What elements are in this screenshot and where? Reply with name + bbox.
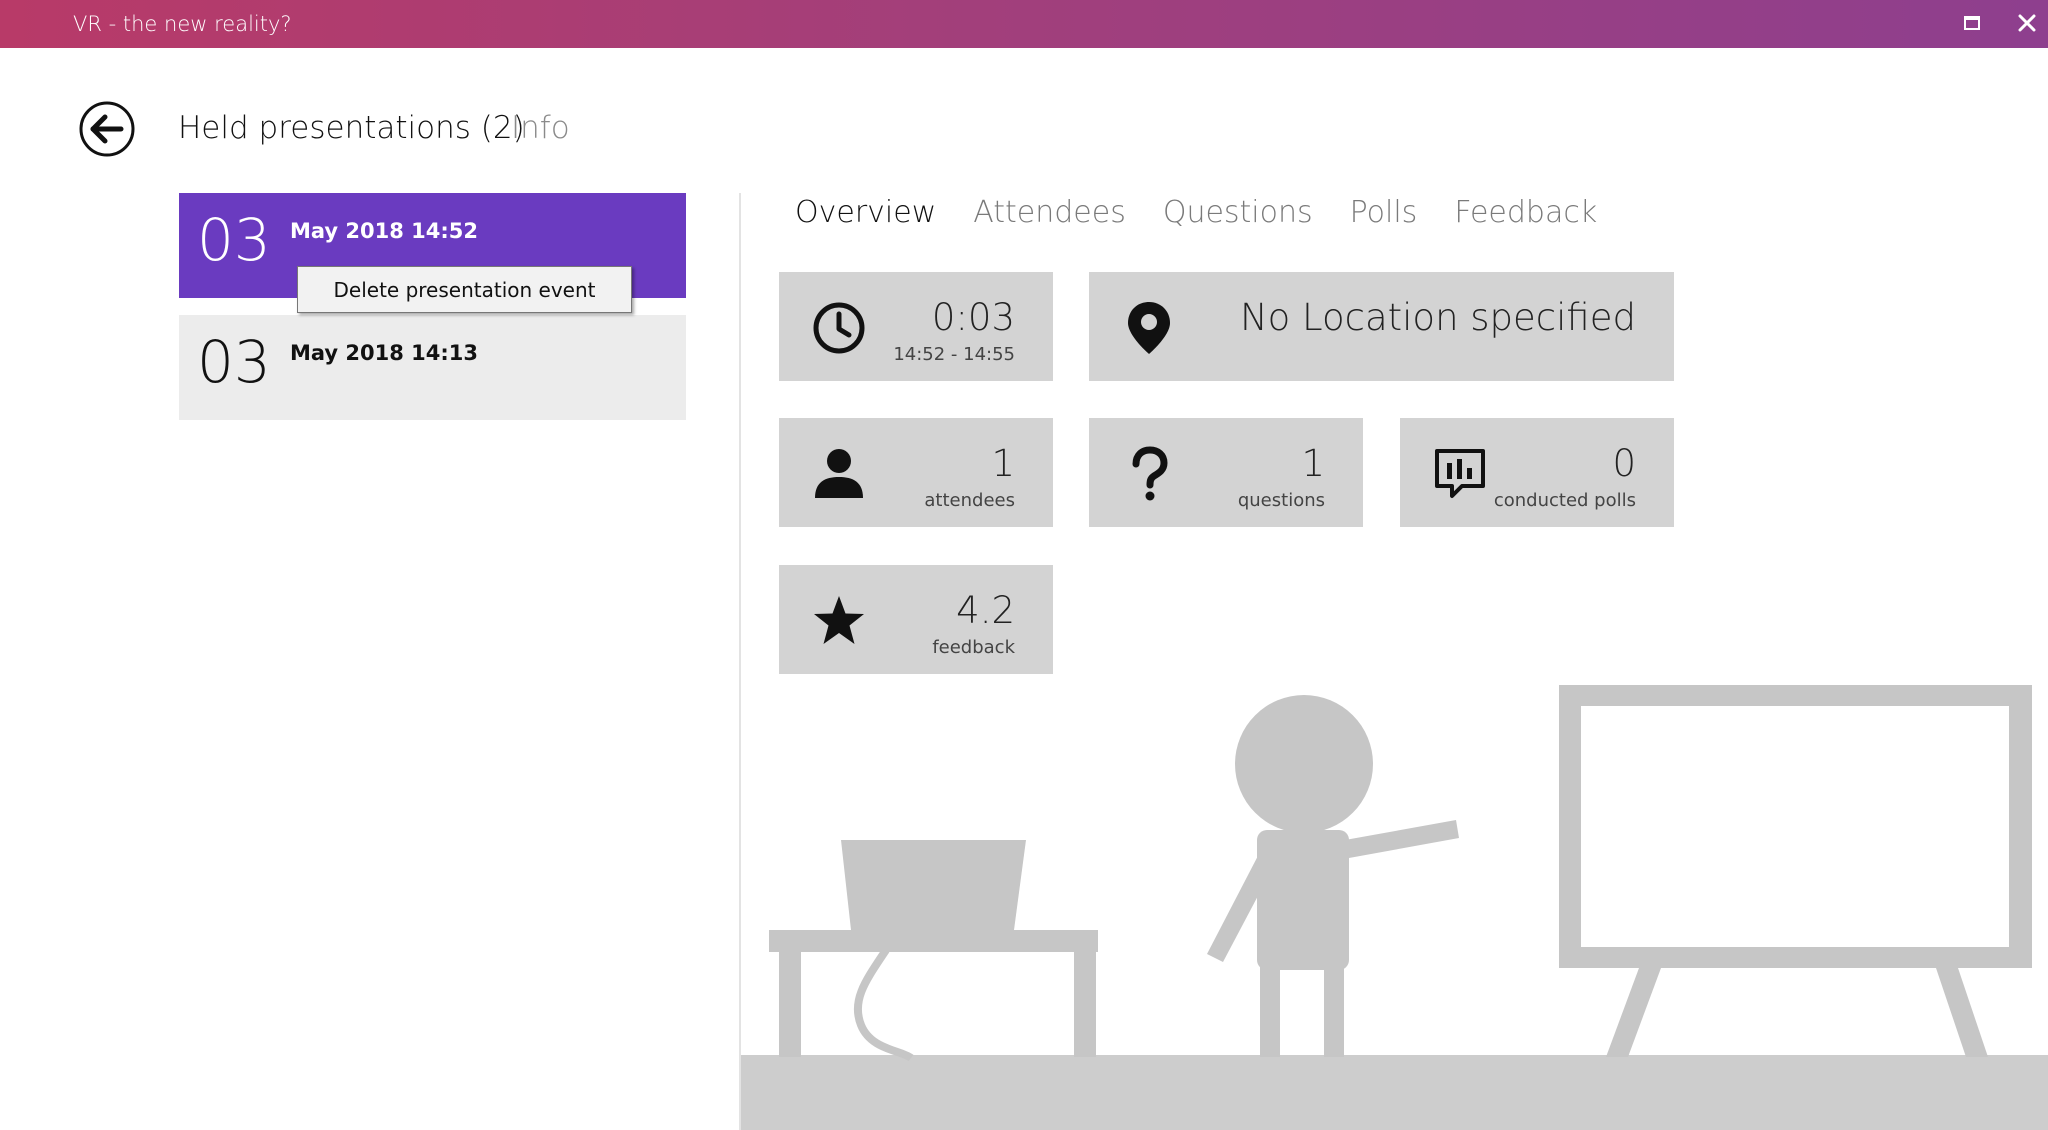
info-link[interactable]: Info [511,110,570,146]
window-title: VR - the new reality? [73,12,292,36]
attendees-tile: 1 attendees [779,418,1053,527]
polls-label: conducted polls [1493,490,1636,511]
duration-range: 14:52 - 14:55 [893,344,1015,365]
attendees-count: 1 [991,442,1015,485]
back-arrow-icon[interactable] [78,100,136,158]
person-icon [815,449,863,498]
presentation-datetime: May 2018 14:13 [290,341,479,365]
tab-attendees[interactable]: Attendees [973,195,1126,230]
detail-tabs: Overview Attendees Questions Polls Feedb… [795,195,1597,230]
poll-icon [1435,449,1485,498]
location-pin-icon [1128,302,1170,354]
title-bar: VR - the new reality? [0,0,2048,48]
tab-polls[interactable]: Polls [1350,195,1418,230]
star-icon [814,596,864,644]
presentation-datetime: May 2018 14:52 [290,219,479,243]
duration-tile: 0:03 14:52 - 14:55 [779,272,1053,381]
location-value: No Location specified [1239,296,1636,339]
duration-value: 0:03 [931,296,1015,339]
questions-tile: 1 questions [1089,418,1363,527]
presentation-day: 03 [197,328,271,396]
page-title: Held presentations (2) [178,110,525,146]
clock-icon [813,302,865,354]
presentation-list-item[interactable]: 03 May 2018 14:13 [179,315,686,420]
tab-questions[interactable]: Questions [1163,195,1313,230]
questions-label: questions [1237,490,1325,511]
polls-count: 0 [1612,442,1636,485]
location-tile: No Location specified [1089,272,1674,381]
feedback-label: feedback [932,637,1015,658]
tab-overview[interactable]: Overview [795,195,936,230]
context-menu-delete-presentation[interactable]: Delete presentation event [297,266,632,313]
polls-tile: 0 conducted polls [1400,418,1674,527]
feedback-score: 4.2 [956,589,1015,632]
questions-count: 1 [1301,442,1325,485]
presentation-day: 03 [197,206,271,274]
presentation-scene-illustration [741,685,2048,1130]
maximize-icon[interactable] [1962,13,1982,33]
attendees-label: attendees [924,490,1015,511]
tab-feedback[interactable]: Feedback [1454,195,1597,230]
close-icon[interactable] [2016,12,2038,34]
feedback-tile: 4.2 feedback [779,565,1053,674]
question-mark-icon [1132,446,1168,501]
